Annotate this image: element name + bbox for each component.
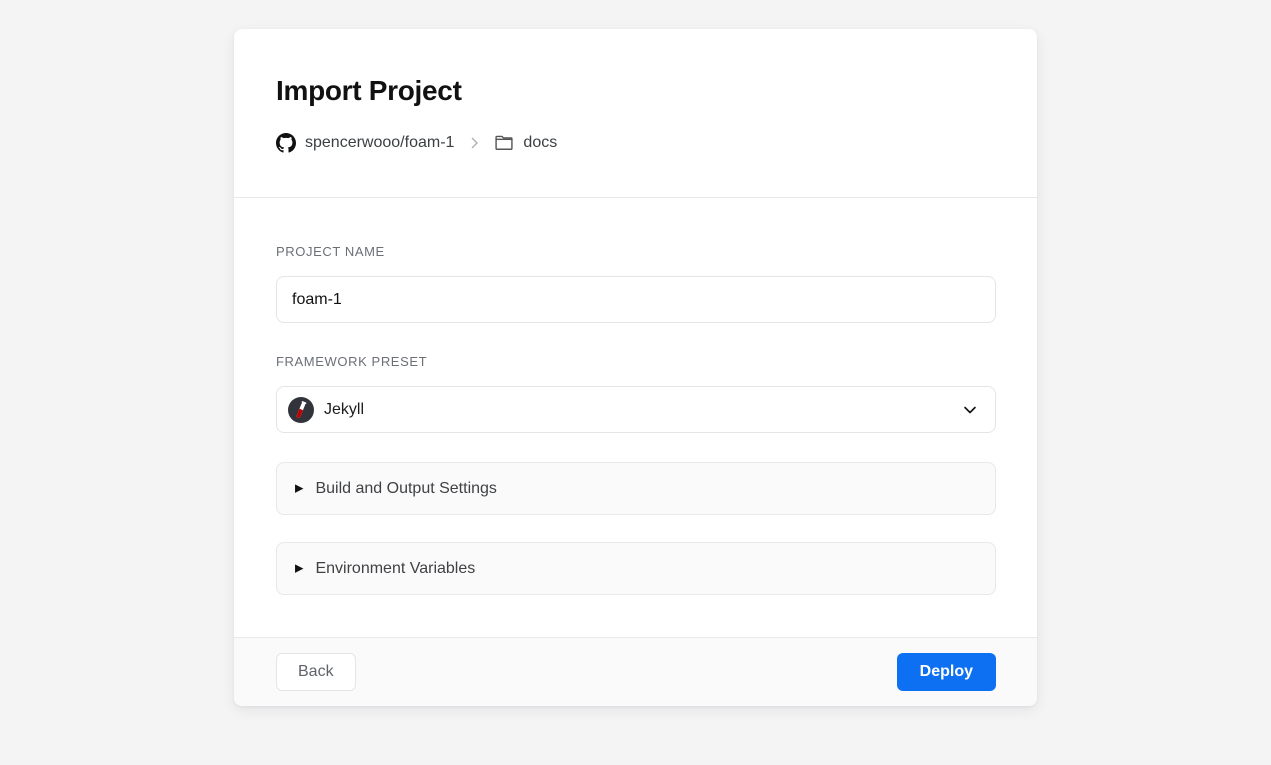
framework-preset-select[interactable]: Jekyll: [276, 386, 996, 433]
jekyll-icon: [288, 397, 314, 423]
chevron-right-icon: [466, 135, 482, 151]
breadcrumb-repo: spencerwooo/foam-1: [305, 134, 454, 152]
project-name-label: PROJECT NAME: [276, 244, 996, 259]
import-project-dialog: Import Project spencerwooo/foam-1 docs: [234, 29, 1037, 706]
project-name-input[interactable]: [276, 276, 996, 323]
page-title: Import Project: [276, 75, 995, 107]
framework-preset-value: Jekyll: [324, 401, 364, 419]
chevron-down-icon: [962, 402, 978, 418]
triangle-right-icon: ▶: [295, 484, 303, 495]
breadcrumb: spencerwooo/foam-1 docs: [276, 133, 995, 153]
accordion-label: Environment Variables: [315, 560, 475, 578]
accordion-build-output-settings[interactable]: ▶ Build and Output Settings: [276, 462, 996, 515]
folder-icon: [494, 133, 514, 153]
back-button[interactable]: Back: [276, 653, 356, 691]
dialog-header: Import Project spencerwooo/foam-1 docs: [234, 29, 1037, 197]
framework-preset-label: FRAMEWORK PRESET: [276, 354, 996, 369]
dialog-body: PROJECT NAME FRAMEWORK PRESET Jekyll: [234, 198, 1037, 637]
dialog-footer: Back Deploy: [234, 637, 1037, 706]
accordion-environment-variables[interactable]: ▶ Environment Variables: [276, 542, 996, 595]
github-icon: [276, 133, 296, 153]
deploy-button[interactable]: Deploy: [897, 653, 996, 691]
breadcrumb-directory: docs: [523, 134, 557, 152]
accordion-label: Build and Output Settings: [315, 480, 496, 498]
triangle-right-icon: ▶: [295, 564, 303, 575]
